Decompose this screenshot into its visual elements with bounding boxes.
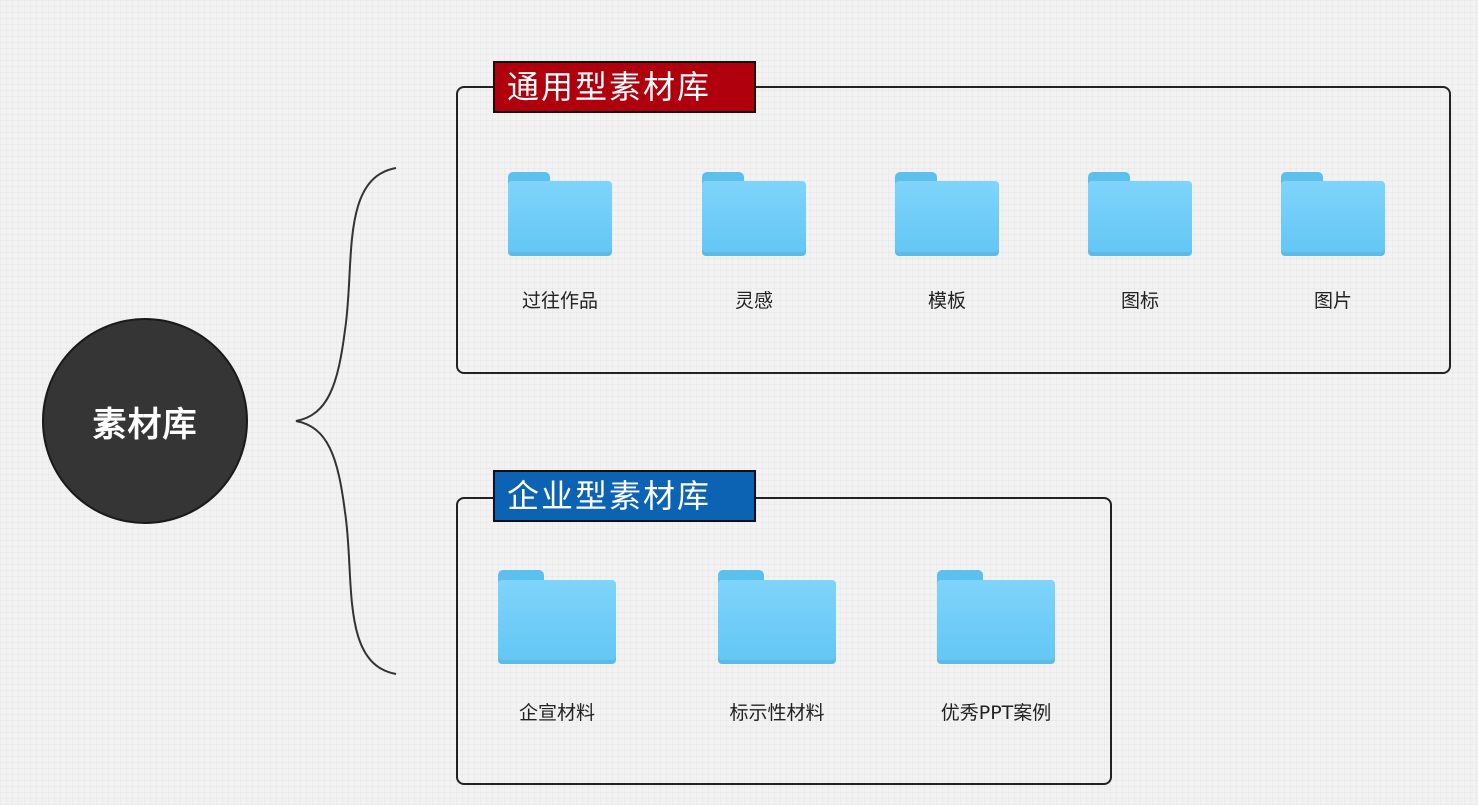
- root-label: 素材库: [92, 404, 198, 445]
- folder-label: 过往作品: [521, 290, 598, 312]
- folder-icon: [895, 172, 999, 256]
- root-node: 素材库: [42, 318, 248, 524]
- folder-label: 灵感: [734, 290, 773, 312]
- folder-icon: [702, 172, 806, 256]
- folder-icon: [1281, 172, 1385, 256]
- folder-label: 优秀PPT案例: [940, 702, 1052, 724]
- folder-label: 标示性材料: [729, 702, 825, 724]
- enterprise-library-title: 企业型素材库: [493, 470, 756, 522]
- folder-templates[interactable]: 模板: [895, 172, 999, 313]
- folder-icon: [937, 570, 1055, 664]
- folder-past-works[interactable]: 过往作品: [508, 172, 612, 313]
- folder-label: 模板: [927, 290, 966, 312]
- folder-promo-materials[interactable]: 企宣材料: [498, 570, 616, 725]
- folder-label: 企宣材料: [518, 702, 595, 724]
- folder-icon: [498, 570, 616, 664]
- folder-identity-materials[interactable]: 标示性材料: [718, 570, 836, 725]
- folder-label: 图片: [1313, 290, 1352, 312]
- folder-images[interactable]: 图片: [1281, 172, 1385, 313]
- folder-icon: [508, 172, 612, 256]
- folder-icons[interactable]: 图标: [1088, 172, 1192, 313]
- folder-icon: [718, 570, 836, 664]
- folder-icon: [1088, 172, 1192, 256]
- folder-label: 图标: [1120, 290, 1159, 312]
- generic-library-title: 通用型素材库: [493, 61, 756, 113]
- folder-ppt-cases[interactable]: 优秀PPT案例: [937, 570, 1055, 725]
- folder-inspiration[interactable]: 灵感: [702, 172, 806, 313]
